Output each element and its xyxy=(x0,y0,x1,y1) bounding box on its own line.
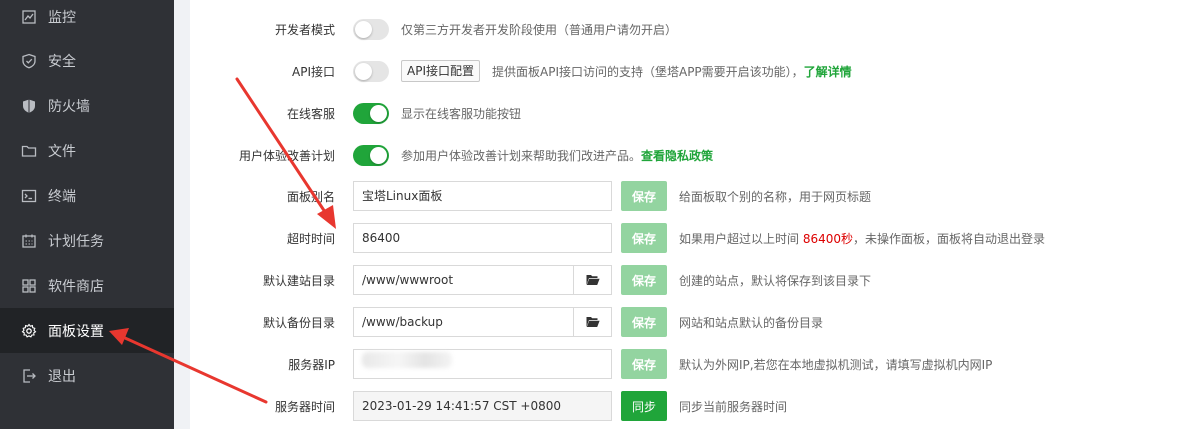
api-label: API接口 xyxy=(292,64,335,79)
site-dir-label: 默认建站目录 xyxy=(262,273,335,288)
panel-alias-row: 面板别名 宝塔Linux面板 保存 给面板取个别的名称，用于网页标题 xyxy=(190,180,1185,212)
grid-icon xyxy=(21,278,37,294)
timeout-tip-seconds: 86400秒 xyxy=(802,231,854,246)
sidebar-item-monitor[interactable]: 监控 xyxy=(0,0,174,39)
sidebar-item-label: 终端 xyxy=(48,188,76,205)
firewall-shield-icon xyxy=(21,98,37,114)
site-dir-browse-button[interactable] xyxy=(573,266,611,294)
logout-icon xyxy=(21,368,37,384)
sidebar-item-label: 文件 xyxy=(48,143,76,160)
server-ip-input[interactable] xyxy=(353,349,612,379)
sidebar-item-security[interactable]: 安全 xyxy=(0,38,174,83)
sidebar-item-label: 计划任务 xyxy=(48,233,104,250)
terminal-icon xyxy=(21,188,37,204)
server-ip-row: 服务器IP 保存 默认为外网IP,若您在本地虚拟机测试，请填写虚拟机内网IP xyxy=(190,348,1185,380)
ux-plan-tip-text: 参加用户体验改善计划来帮助我们改进产品。 xyxy=(401,148,642,163)
timeout-input[interactable]: 86400 xyxy=(353,223,612,253)
ux-plan-row: 用户体验改善计划 参加用户体验改善计划来帮助我们改进产品。查看隐私政策 xyxy=(190,139,1185,171)
timeout-save-button[interactable]: 保存 xyxy=(621,223,667,253)
site-dir-input-group: /www/wwwroot xyxy=(353,265,612,295)
timeout-tip-post: ，未操作面板，面板将自动退出登录 xyxy=(853,231,1046,246)
backup-dir-input-group: /www/backup xyxy=(353,307,612,337)
backup-dir-browse-button[interactable] xyxy=(573,308,611,336)
redacted-ip xyxy=(362,352,452,368)
sidebar-item-firewall[interactable]: 防火墙 xyxy=(0,83,174,128)
privacy-policy-link[interactable]: 查看隐私政策 xyxy=(641,149,713,163)
open-folder-icon xyxy=(586,317,600,327)
sidebar-item-label: 安全 xyxy=(48,53,76,70)
api-learn-more-link[interactable]: 了解详情 xyxy=(804,65,852,79)
server-ip-save-button[interactable]: 保存 xyxy=(621,349,667,379)
calendar-icon xyxy=(21,233,37,249)
timeout-label: 超时时间 xyxy=(286,231,335,246)
site-dir-input[interactable]: /www/wwwroot xyxy=(354,266,573,294)
panel-alias-save-button[interactable]: 保存 xyxy=(621,181,667,211)
dev-mode-tip: 仅第三方开发者开发阶段使用（普通用户请勿开启） xyxy=(401,22,678,37)
sidebar-item-cron[interactable]: 计划任务 xyxy=(0,218,174,263)
ux-plan-label: 用户体验改善计划 xyxy=(238,148,335,163)
panel-alias-tip: 给面板取个别的名称，用于网页标题 xyxy=(679,189,872,204)
api-row: API接口 API接口配置 提供面板API接口访问的支持（堡塔APP需要开启该功… xyxy=(190,55,1185,87)
site-dir-tip: 创建的站点，默认将保存到该目录下 xyxy=(679,273,872,288)
server-time-sync-button[interactable]: 同步 xyxy=(621,391,667,421)
backup-dir-row: 默认备份目录 /www/backup 保存 网站和站点默认的备份目录 xyxy=(190,306,1185,338)
panel-settings-form: 开发者模式 仅第三方开发者开发阶段使用（普通用户请勿开启） API接口 API接… xyxy=(190,0,1185,429)
dev-mode-label: 开发者模式 xyxy=(274,22,335,37)
online-service-tip: 显示在线客服功能按钮 xyxy=(401,106,522,121)
online-service-toggle[interactable] xyxy=(353,102,389,124)
panel-alias-input[interactable]: 宝塔Linux面板 xyxy=(353,181,612,211)
sidebar-item-terminal[interactable]: 终端 xyxy=(0,173,174,218)
toggle-knob xyxy=(370,104,387,122)
backup-dir-label: 默认备份目录 xyxy=(262,315,335,330)
sidebar-item-logout[interactable]: 退出 xyxy=(0,353,174,398)
timeout-row: 超时时间 86400 保存 如果用户超过以上时间 86400秒，未操作面板，面板… xyxy=(190,222,1185,254)
timeout-tip-pre: 如果用户超过以上时间 xyxy=(679,231,803,246)
backup-dir-tip: 网站和站点默认的备份目录 xyxy=(679,315,824,330)
server-time-tip: 同步当前服务器时间 xyxy=(679,399,788,414)
sidebar-item-label: 面板设置 xyxy=(48,323,104,340)
toggle-knob xyxy=(355,20,372,38)
shield-icon xyxy=(21,53,37,69)
site-dir-save-button[interactable]: 保存 xyxy=(621,265,667,295)
panel-alias-label: 面板别名 xyxy=(286,189,335,204)
api-tip-text: 提供面板API接口访问的支持（堡塔APP需要开启该功能）， xyxy=(492,64,804,79)
ux-plan-toggle[interactable] xyxy=(353,144,389,166)
backup-dir-save-button[interactable]: 保存 xyxy=(621,307,667,337)
dev-mode-row: 开发者模式 仅第三方开发者开发阶段使用（普通用户请勿开启） xyxy=(190,13,1185,45)
toggle-knob xyxy=(370,146,387,164)
api-toggle[interactable] xyxy=(353,60,389,82)
server-ip-tip: 默认为外网IP,若您在本地虚拟机测试，请填写虚拟机内网IP xyxy=(679,357,993,372)
monitor-icon xyxy=(21,9,37,25)
online-service-row: 在线客服 显示在线客服功能按钮 xyxy=(190,97,1185,129)
sidebar-item-panel-settings[interactable]: 面板设置 xyxy=(0,308,174,353)
online-service-label: 在线客服 xyxy=(286,106,335,121)
sidebar-item-label: 软件商店 xyxy=(48,278,104,295)
server-ip-label: 服务器IP xyxy=(288,357,335,372)
sidebar-item-label: 退出 xyxy=(48,368,76,385)
api-tip: 提供面板API接口访问的支持（堡塔APP需要开启该功能），了解详情 xyxy=(492,63,852,80)
server-time-input: 2023-01-29 14:41:57 CST +0800 xyxy=(353,391,612,421)
sidebar-item-label: 监控 xyxy=(48,9,76,26)
site-dir-row: 默认建站目录 /www/wwwroot 保存 创建的站点，默认将保存到该目录下 xyxy=(190,264,1185,296)
sidebar: 监控 安全 防火墙 文件 终端 计划任务 软件商店 面板设置 退出 xyxy=(0,0,174,429)
sidebar-item-files[interactable]: 文件 xyxy=(0,128,174,173)
dev-mode-toggle[interactable] xyxy=(353,18,389,40)
open-folder-icon xyxy=(586,275,600,285)
api-config-button[interactable]: API接口配置 xyxy=(401,60,480,82)
backup-dir-input[interactable]: /www/backup xyxy=(354,308,573,336)
gear-icon xyxy=(21,323,37,339)
sidebar-item-label: 防火墙 xyxy=(48,98,90,115)
content-gutter xyxy=(174,0,190,429)
sidebar-item-store[interactable]: 软件商店 xyxy=(0,263,174,308)
toggle-knob xyxy=(355,62,372,80)
server-time-row: 服务器时间 2023-01-29 14:41:57 CST +0800 同步 同… xyxy=(190,390,1185,422)
timeout-tip: 如果用户超过以上时间 86400秒，未操作面板，面板将自动退出登录 xyxy=(679,230,1045,247)
folder-icon xyxy=(21,143,37,159)
ux-plan-tip: 参加用户体验改善计划来帮助我们改进产品。查看隐私政策 xyxy=(401,147,713,164)
server-time-label: 服务器时间 xyxy=(274,399,335,414)
